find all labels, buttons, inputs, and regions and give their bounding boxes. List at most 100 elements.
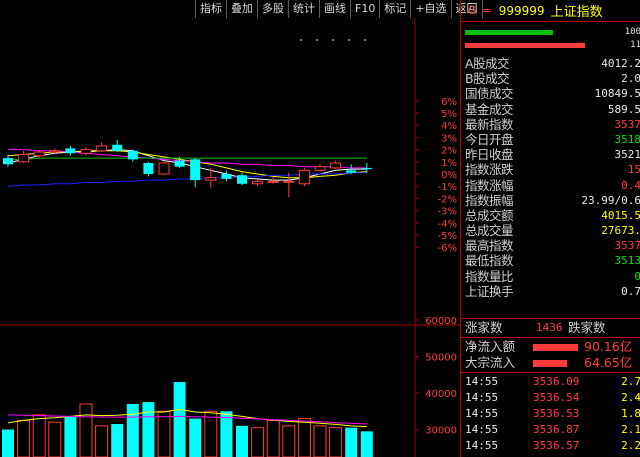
- volume-ma-yellow: [7, 408, 367, 428]
- tick-time: 14:55: [465, 439, 499, 452]
- bar-value-1: 100: [624, 27, 640, 37]
- candle-body: [283, 180, 295, 183]
- stat-value: 0.4: [621, 178, 640, 192]
- net-inflow-value: 90.16亿: [584, 339, 633, 354]
- candle-body: [267, 180, 279, 183]
- tick-price: 3536.09: [533, 375, 580, 388]
- net-inflow-row: 净流入额 90.16亿: [461, 339, 640, 355]
- volume-bar: [282, 425, 296, 457]
- stat-label: 昨日收盘: [465, 147, 514, 163]
- stat-value: 23.99/0.6: [581, 193, 640, 207]
- volume-bar: [64, 416, 77, 457]
- tick-price: 3536.53: [533, 407, 580, 420]
- stat-value: 15: [627, 163, 640, 177]
- stat-row: 指数振幅 23.99/0.6: [461, 193, 640, 208]
- f10-button[interactable]: F10: [351, 0, 381, 18]
- tick-list[interactable]: 14:55 3536.09 2.7 14:55 3536.54 2.4 14:55 3536.…: [461, 374, 640, 457]
- price-tick-label: -4%: [438, 219, 457, 230]
- candle-body: [143, 163, 154, 174]
- price-tick-label: 4%: [441, 121, 457, 132]
- net-inflow-label: 净流入额: [465, 339, 516, 354]
- chart-area[interactable]: 6% 5% 4% 3% 2% 1% 0% -1% -2% -3% -4% -5% -6% 60000 500…: [0, 18, 460, 457]
- tick-time: 14:55: [465, 375, 499, 388]
- stat-value: 3537: [614, 239, 640, 253]
- price-tick-label: 3%: [441, 133, 457, 144]
- volume-bar: [204, 410, 218, 457]
- ma-line-0: [7, 149, 367, 181]
- equals-sign: =: [481, 4, 491, 17]
- price-tick-label: -2%: [438, 194, 457, 205]
- block-inflow-bar: [533, 360, 567, 367]
- candle-body: [330, 162, 342, 169]
- tick-vol: 2.2: [621, 439, 640, 452]
- stat-label: 指数量比: [465, 268, 514, 284]
- stat-label: A股成交: [465, 56, 510, 71]
- volume-bar: [95, 425, 109, 457]
- candle-body: [346, 170, 357, 173]
- statistics-button[interactable]: 统计: [289, 0, 320, 18]
- candle-body: [112, 144, 123, 151]
- tick-time: 14:55: [465, 423, 499, 436]
- stat-value: 3521: [614, 148, 640, 162]
- marker-dot-0: [300, 39, 302, 41]
- candle-body: [221, 174, 232, 179]
- block-inflow-label: 大宗流入: [465, 355, 516, 370]
- stat-row: B股成交 2.0: [461, 71, 640, 86]
- volume-tick-label: 30000: [425, 426, 457, 437]
- overlay-button[interactable]: 叠加: [227, 0, 258, 18]
- chart-canvas[interactable]: 6%5%4%3% 2%1%0%-1%-2% -3%-4%-5%-6% 60000 500…: [0, 18, 460, 457]
- candle-body: [252, 180, 264, 185]
- stat-row: 指数涨幅 0.4: [461, 178, 640, 193]
- candle-body: [190, 159, 201, 181]
- mark-button[interactable]: 标记: [380, 0, 412, 18]
- stat-row: 总成交量 27673.: [461, 223, 640, 238]
- price-tick-label: 0%: [441, 170, 457, 181]
- stat-value: 10849.5: [594, 87, 640, 101]
- block-inflow-value: 64.65亿: [584, 355, 633, 370]
- price-tick-label: -5%: [438, 231, 457, 242]
- stat-row: 上证换手 0.7: [461, 284, 640, 299]
- volume-bar: [360, 431, 373, 457]
- volume-tick-label: 60000: [425, 316, 457, 327]
- stat-row: 最新指数 3537: [461, 117, 640, 132]
- indicator-button[interactable]: 指标: [195, 0, 227, 18]
- add-favorite-button[interactable]: +自选: [411, 0, 452, 18]
- group-badge[interactable]: G: [468, 4, 477, 17]
- stat-label: 基金成交: [465, 101, 514, 117]
- stat-row: 最低指数 3513: [461, 253, 640, 268]
- stat-label: 总成交量: [465, 223, 514, 239]
- stat-label: 最新指数: [465, 116, 514, 132]
- candle-body: [18, 153, 30, 163]
- candle-body: [174, 160, 185, 167]
- candle-body: [314, 166, 326, 171]
- tick-row: 14:55 3536.87 2.1: [461, 422, 640, 438]
- multi-stock-button[interactable]: 多股: [258, 0, 289, 18]
- volume-ratio-bar-1: 100: [465, 27, 640, 37]
- volume-bar: [345, 427, 358, 457]
- stat-label: 今日开盘: [465, 131, 514, 147]
- price-tick-label: 2%: [441, 146, 457, 157]
- candle-body: [80, 149, 92, 154]
- candle-body: [49, 150, 61, 153]
- quote-panel: G = 999999 上证指数 100 11 A股成交 4012.2 B股成交 2.0…: [460, 0, 640, 457]
- price-tick-label: -1%: [438, 182, 457, 193]
- stat-row: 基金成交 589.5: [461, 102, 640, 117]
- volume-bar: [329, 427, 343, 457]
- stat-value: 0.7: [621, 284, 640, 298]
- stat-row: 指数涨跌 15: [461, 162, 640, 177]
- stock-name: 上证指数: [550, 5, 603, 20]
- draw-line-button[interactable]: 画线: [320, 0, 351, 18]
- price-tick-label: 1%: [441, 158, 457, 169]
- volume-bar: [189, 418, 202, 457]
- candle-body: [65, 148, 76, 154]
- candle-body: [96, 145, 108, 152]
- volume-bar: [297, 418, 311, 457]
- volume-tick-label: 50000: [425, 353, 457, 364]
- volume-bar: [173, 382, 186, 457]
- stat-label: 指数振幅: [465, 192, 514, 208]
- block-inflow-row: 大宗流入 64.65亿: [461, 355, 640, 371]
- tick-time: 14:55: [465, 391, 499, 404]
- volume-bar: [17, 419, 31, 457]
- candle-body: [158, 162, 170, 175]
- stat-value: 589.5: [607, 102, 640, 116]
